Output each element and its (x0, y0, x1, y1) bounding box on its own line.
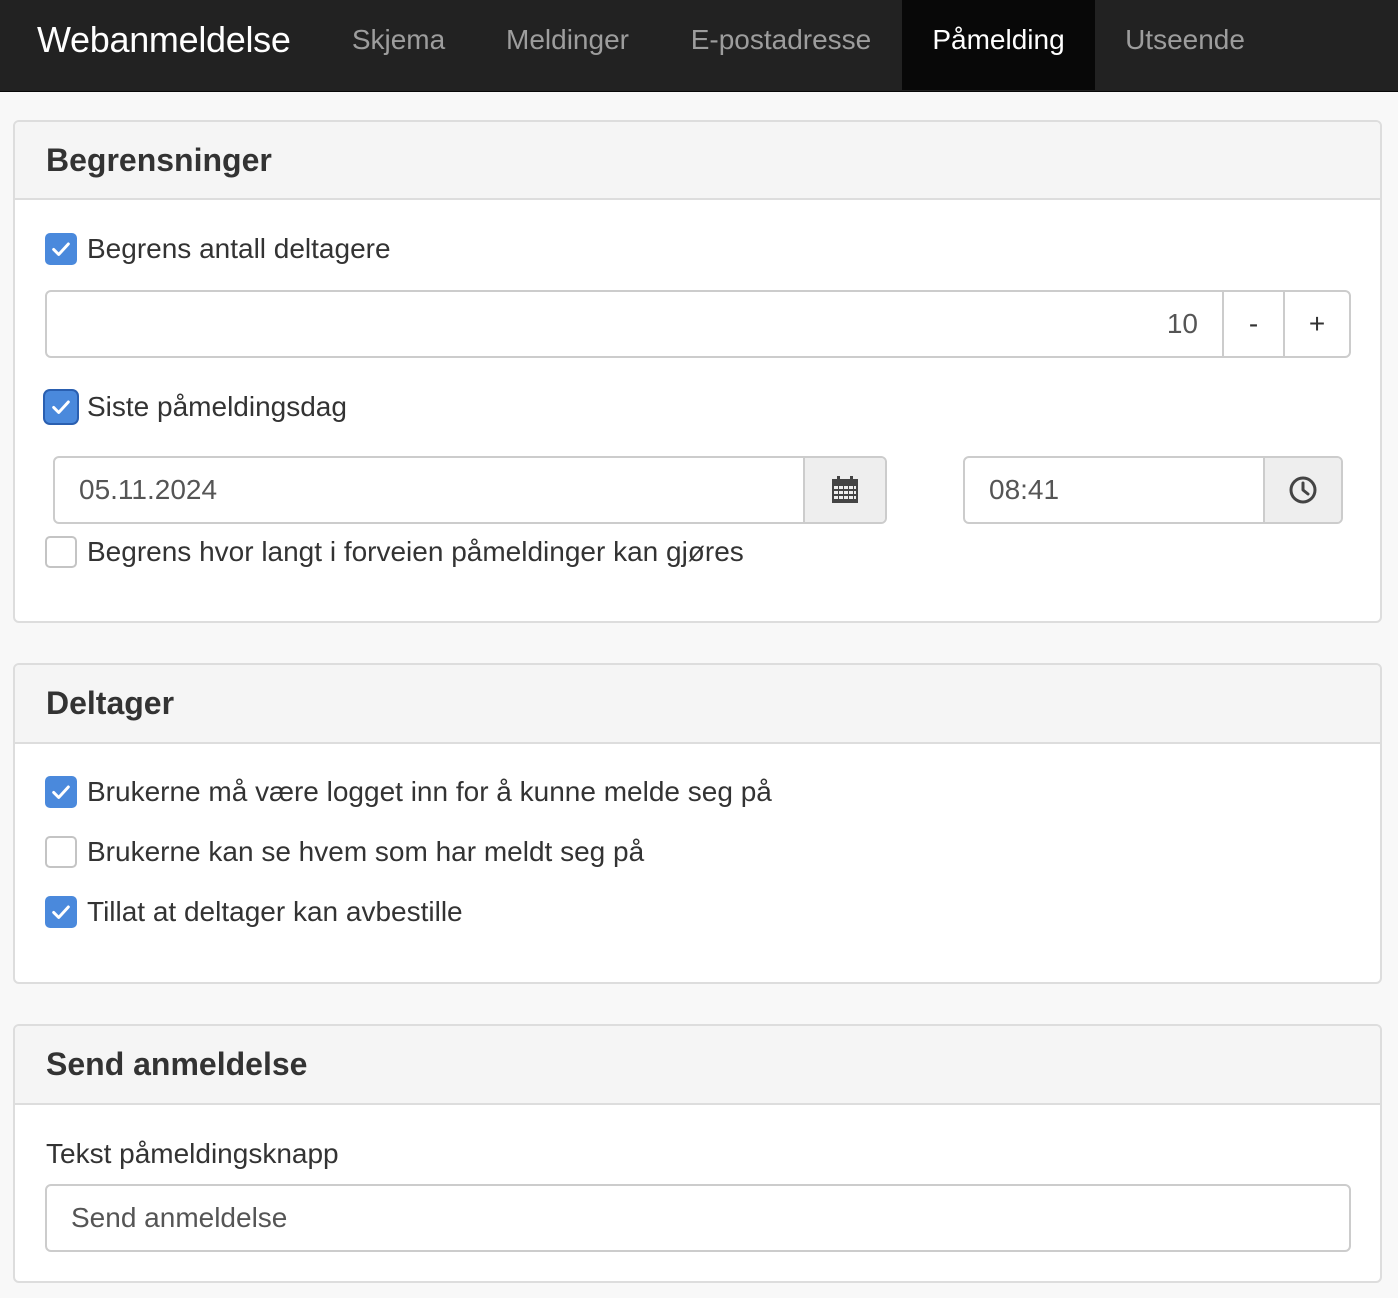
clock-icon (1289, 476, 1317, 504)
participant-count-input[interactable]: 10 (47, 292, 1222, 356)
require-login-label: Brukerne må være logget inn for å kunne … (87, 776, 772, 807)
allow-cancel-option[interactable]: Tillat at deltager kan avbestille (45, 895, 463, 929)
limits-panel-title: Begrensninger (46, 142, 272, 178)
checkmark-icon (52, 400, 70, 414)
participant-count-stepper: 10 - + (45, 290, 1351, 358)
tab-skjema[interactable]: Skjema (322, 0, 475, 90)
checkmark-icon (52, 785, 70, 799)
deadline-date-picker: 05.11.2024 (53, 456, 887, 524)
deadline-time-input[interactable]: 08:41 (965, 458, 1263, 522)
clock-button[interactable] (1263, 458, 1341, 522)
show-participants-checkbox[interactable] (45, 836, 77, 868)
require-login-checkbox[interactable] (45, 776, 77, 808)
tab-pamelding[interactable]: Påmelding (902, 0, 1095, 90)
brand-title[interactable]: Webanmeldelse (37, 0, 291, 80)
send-panel-title: Send anmeldelse (46, 1046, 308, 1082)
limits-panel-heading: Begrensninger (15, 122, 1380, 200)
deadline-date-input[interactable]: 05.11.2024 (55, 458, 803, 522)
allow-cancel-label: Tillat at deltager kan avbestille (87, 896, 463, 927)
button-text-input[interactable]: Send anmeldelse (47, 1186, 1349, 1250)
limit-advance-option[interactable]: Begrens hvor langt i forveien påmeldinge… (45, 535, 744, 569)
limit-participants-checkbox[interactable] (45, 233, 77, 265)
limit-participants-option[interactable]: Begrens antall deltagere (45, 232, 391, 266)
checkmark-icon (52, 242, 70, 256)
limit-advance-label: Begrens hvor langt i forveien påmeldinge… (87, 536, 744, 567)
increment-button[interactable]: + (1283, 292, 1349, 356)
show-participants-label: Brukerne kan se hvem som har meldt seg p… (87, 836, 645, 867)
top-navbar: Webanmeldelse Skjema Meldinger E-postadr… (0, 0, 1398, 92)
require-login-option[interactable]: Brukerne må være logget inn for å kunne … (45, 775, 772, 809)
calendar-button[interactable] (803, 458, 885, 522)
tab-utseende[interactable]: Utseende (1095, 0, 1275, 90)
button-text-label: Tekst påmeldingsknapp (46, 1138, 339, 1169)
tab-meldinger[interactable]: Meldinger (475, 0, 660, 90)
allow-cancel-checkbox[interactable] (45, 896, 77, 928)
deadline-label: Siste påmeldingsdag (87, 391, 347, 422)
participant-panel-heading: Deltager (15, 665, 1380, 744)
deadline-option[interactable]: Siste påmeldingsdag (45, 390, 347, 424)
show-participants-option[interactable]: Brukerne kan se hvem som har meldt seg p… (45, 835, 644, 869)
checkmark-icon (52, 905, 70, 919)
send-panel-heading: Send anmeldelse (15, 1026, 1380, 1105)
limits-panel: Begrensninger Begrens antall deltagere 1… (13, 120, 1382, 623)
button-text-field: Send anmeldelse (45, 1184, 1351, 1252)
participant-panel-title: Deltager (46, 685, 175, 721)
calendar-icon (832, 476, 858, 503)
limit-advance-checkbox[interactable] (45, 536, 77, 568)
participant-panel: Deltager Brukerne må være logget inn for… (13, 663, 1382, 984)
deadline-checkbox[interactable] (45, 391, 77, 423)
deadline-time-picker: 08:41 (963, 456, 1343, 524)
limit-participants-label: Begrens antall deltagere (87, 233, 391, 264)
decrement-button[interactable]: - (1222, 292, 1283, 356)
send-panel: Send anmeldelse Tekst påmeldingsknapp Se… (13, 1024, 1382, 1283)
tab-e-postadresse[interactable]: E-postadresse (660, 0, 902, 90)
